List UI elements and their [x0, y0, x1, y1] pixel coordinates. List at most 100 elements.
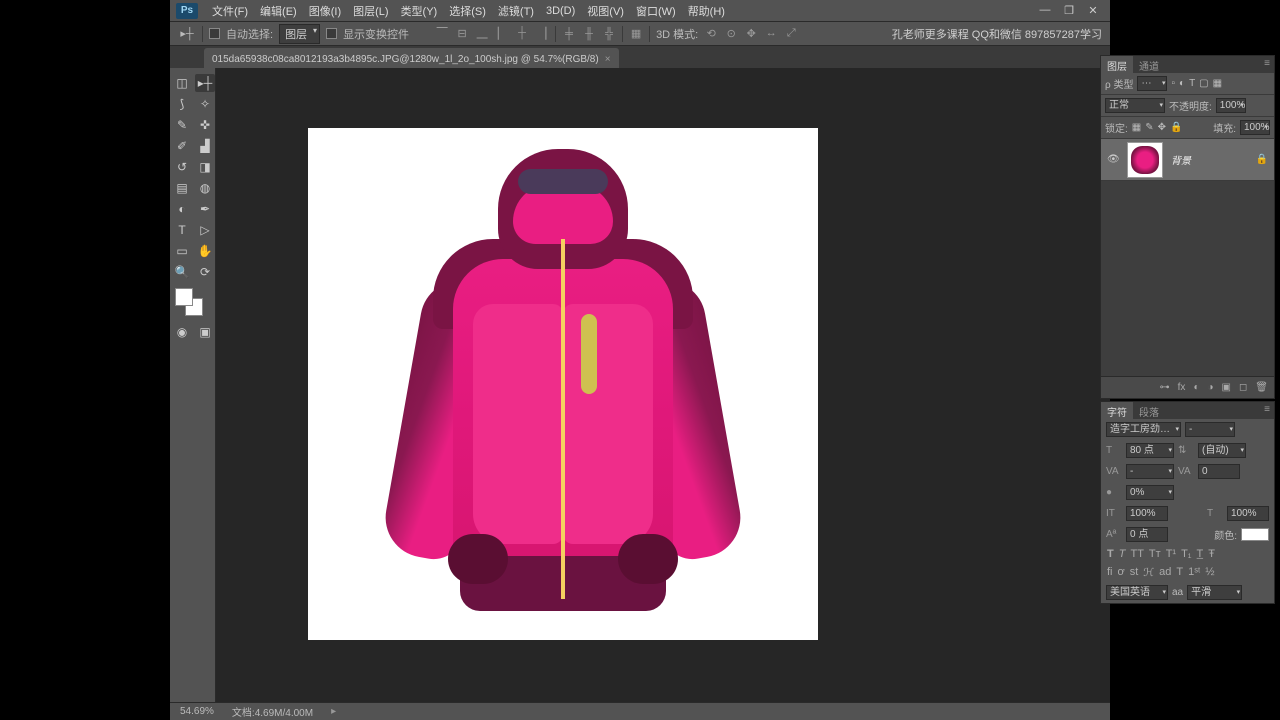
menu-view[interactable]: 视图(V)	[581, 3, 630, 19]
history-brush-tool[interactable]: ↺	[172, 158, 192, 176]
contextual-icon[interactable]: ơ	[1118, 566, 1125, 579]
pen-tool[interactable]: ✒	[195, 200, 215, 218]
align-vcenter-icon[interactable]: ⊟	[455, 27, 469, 40]
quick-mask-tool[interactable]: ◉	[172, 323, 192, 341]
filter-type-icon[interactable]: T	[1189, 78, 1195, 89]
leading-input[interactable]: (自动)	[1198, 443, 1246, 458]
align-right-icon[interactable]: ▕	[535, 27, 549, 40]
swash-icon[interactable]: ℋ	[1143, 566, 1154, 579]
stylistic-icon[interactable]: 1ˢᵗ	[1188, 566, 1200, 579]
tab-character[interactable]: 字符	[1101, 402, 1133, 419]
brush-tool[interactable]: ✐	[172, 137, 192, 155]
distribute-icon[interactable]: ╪	[562, 28, 576, 40]
eyedropper-tool[interactable]: ✎	[172, 116, 192, 134]
gradient-tool[interactable]: ▤	[172, 179, 192, 197]
tab-layers[interactable]: 图层	[1101, 56, 1133, 73]
marquee-tool[interactable]: ◫	[172, 74, 192, 92]
menu-3d[interactable]: 3D(D)	[540, 5, 581, 17]
show-transform-checkbox[interactable]	[326, 28, 337, 39]
smallcaps-icon[interactable]: Tᴛ	[1149, 548, 1161, 560]
font-style-dropdown[interactable]: -	[1185, 422, 1235, 437]
zoom-tool[interactable]: 🔍	[172, 263, 192, 281]
filter-shape-icon[interactable]: ▢	[1199, 78, 1208, 89]
font-size-input[interactable]: 80 点	[1126, 443, 1174, 458]
menu-filter[interactable]: 滤镜(T)	[492, 3, 540, 19]
magic-wand-tool[interactable]: ✧	[195, 95, 215, 113]
path-select-tool[interactable]: ▷	[195, 221, 215, 239]
fractions-icon[interactable]: ½	[1205, 566, 1214, 579]
lasso-tool[interactable]: ⟆	[172, 95, 192, 113]
ordinals-icon[interactable]: T	[1176, 566, 1183, 579]
filter-kind-dropdown[interactable]: ⋯	[1137, 76, 1167, 91]
type-tool[interactable]: T	[172, 221, 192, 239]
close-button[interactable]: ✕	[1086, 4, 1100, 17]
font-family-dropdown[interactable]: 造字工房劲…	[1106, 422, 1181, 437]
vscale-input[interactable]: 100%	[1126, 506, 1168, 521]
dodge-tool[interactable]: ◐	[172, 200, 192, 218]
maximize-button[interactable]: ❐	[1062, 4, 1076, 17]
menu-edit[interactable]: 编辑(E)	[254, 3, 303, 19]
filter-pixel-icon[interactable]: ▫	[1171, 78, 1175, 89]
close-tab-icon[interactable]: ×	[605, 54, 611, 65]
menu-window[interactable]: 窗口(W)	[630, 3, 682, 19]
foreground-color-swatch[interactable]	[175, 288, 193, 306]
healing-brush-tool[interactable]: ✜	[195, 116, 215, 134]
superscript-icon[interactable]: T¹	[1166, 548, 1176, 560]
group-icon[interactable]: ▣	[1222, 382, 1231, 393]
align-left-icon[interactable]: ▏	[495, 27, 509, 40]
layer-name[interactable]: 背景	[1171, 152, 1191, 167]
menu-image[interactable]: 图像(I)	[303, 3, 347, 19]
shape-tool[interactable]: ▭	[172, 242, 192, 260]
document-canvas[interactable]	[308, 128, 818, 640]
move-tool-preset-icon[interactable]: ▸┼	[178, 26, 196, 42]
opacity-input[interactable]: 100%	[1216, 98, 1246, 113]
lock-all-icon[interactable]: 🔒	[1170, 122, 1182, 133]
screen-mode-tool[interactable]: ▣	[195, 323, 215, 341]
move-tool[interactable]: ▸┼	[195, 74, 215, 92]
link-layers-icon[interactable]: ⊶	[1160, 382, 1170, 393]
filter-adjust-icon[interactable]: ◐	[1179, 78, 1185, 89]
tab-channels[interactable]: 通道	[1133, 56, 1165, 73]
text-color-swatch[interactable]	[1241, 528, 1269, 541]
delete-layer-icon[interactable]: 🗑	[1255, 382, 1268, 393]
new-layer-icon[interactable]: ◻	[1239, 382, 1247, 393]
lock-pixels-icon[interactable]: ✎	[1145, 122, 1153, 133]
zoom-icon[interactable]: ⤢	[784, 27, 798, 40]
layer-row[interactable]: 👁 背景 🔒	[1101, 139, 1274, 181]
fx-icon[interactable]: fx	[1178, 382, 1186, 393]
allcaps-icon[interactable]: TT	[1130, 548, 1143, 560]
lock-trans-icon[interactable]: ▦	[1132, 122, 1141, 133]
canvas-area[interactable]	[216, 68, 1110, 702]
menu-select[interactable]: 选择(S)	[443, 3, 492, 19]
orbit-icon[interactable]: ⟲	[704, 27, 718, 40]
document-tab[interactable]: 015da65938c08ca8012193a3b4895c.JPG@1280w…	[204, 48, 619, 68]
strikethrough-icon[interactable]: Ŧ	[1208, 548, 1215, 560]
layer-thumbnail[interactable]	[1127, 142, 1163, 178]
blur-tool[interactable]: ◍	[195, 179, 215, 197]
ligature-icon[interactable]: fi	[1107, 566, 1113, 579]
baseline-input[interactable]: 0 点	[1126, 527, 1168, 542]
distribute-icon[interactable]: ╫	[582, 28, 596, 40]
menu-layer[interactable]: 图层(L)	[347, 3, 394, 19]
status-flyout-icon[interactable]: ▸	[331, 706, 336, 717]
oldstyle-icon[interactable]: st	[1130, 566, 1139, 579]
doc-size-info[interactable]: 文档:4.69M/4.00M	[232, 704, 313, 719]
menu-type[interactable]: 类型(Y)	[395, 3, 444, 19]
rotate-view-tool[interactable]: ⟳	[195, 263, 215, 281]
language-dropdown[interactable]: 美国英语	[1106, 585, 1168, 600]
subscript-icon[interactable]: T₁	[1181, 548, 1191, 560]
auto-select-dropdown[interactable]: 图层	[279, 24, 320, 44]
tab-paragraph[interactable]: 段落	[1133, 402, 1165, 419]
hand-tool[interactable]: ✋	[195, 242, 215, 260]
tracking-input[interactable]: -	[1126, 464, 1174, 479]
mask-icon[interactable]: ◐	[1193, 382, 1199, 393]
kerning-input[interactable]: 0	[1198, 464, 1240, 479]
align-hcenter-icon[interactable]: ┼	[515, 27, 529, 40]
filter-smart-icon[interactable]: ▦	[1213, 78, 1222, 89]
underline-icon[interactable]: T̲	[1197, 548, 1204, 560]
roll-icon[interactable]: ⊙	[724, 27, 738, 40]
auto-select-checkbox[interactable]	[209, 28, 220, 39]
fill-input[interactable]: 100%	[1240, 120, 1270, 135]
adjustment-icon[interactable]: ◑	[1207, 382, 1213, 393]
lock-pos-icon[interactable]: ✥	[1158, 122, 1166, 133]
